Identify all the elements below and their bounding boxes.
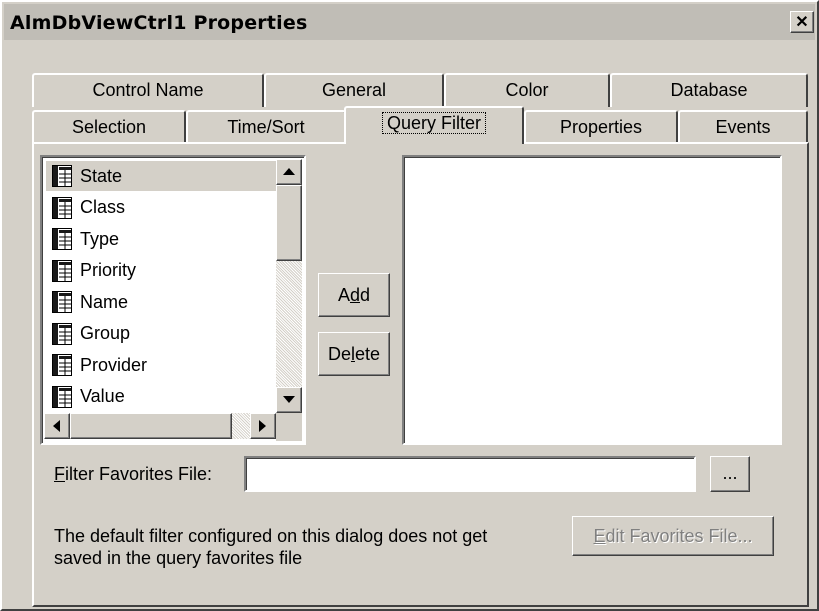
add-label-accel: d: [349, 285, 360, 305]
horizontal-scrollbar[interactable]: [44, 413, 276, 439]
scroll-down-button[interactable]: [276, 387, 302, 413]
field-list-item-label: Provider: [80, 354, 148, 375]
table-column-icon: [52, 322, 72, 345]
field-list-item[interactable]: Name: [52, 287, 128, 317]
filter-favorites-label: Filter Favorites File:: [54, 463, 212, 485]
table-column-icon: [52, 196, 72, 219]
field-list-item[interactable]: Type: [52, 224, 119, 254]
field-list-item-label: Priority: [80, 260, 137, 280]
tab-label: Query Filter: [381, 112, 487, 134]
arrow-left-icon: [53, 420, 60, 432]
field-list-item-label: Class: [80, 197, 126, 217]
browse-button[interactable]: ...: [710, 456, 750, 492]
tab-label: Database: [670, 80, 748, 100]
scroll-thumb-horizontal[interactable]: [70, 413, 232, 439]
close-button[interactable]: ✕: [790, 11, 814, 33]
delete-label-post: ete: [354, 344, 381, 364]
field-list-item-label: Group: [80, 323, 131, 343]
table-column-icon: [52, 228, 72, 250]
field-list-item[interactable]: Priority: [52, 256, 136, 286]
table-column-icon: [52, 291, 72, 313]
tab-query-filter[interactable]: Query Filter: [344, 106, 524, 144]
edit-label-accel: E: [593, 526, 606, 546]
tab-general[interactable]: General: [264, 73, 444, 107]
edit-label-text: dit Favorites File...: [605, 526, 753, 546]
tab-label: Selection: [71, 117, 147, 137]
table-column-icon: [52, 385, 72, 408]
field-list-item[interactable]: Value: [52, 382, 125, 412]
title-bar[interactable]: AlmDbViewCtrl1 Properties ✕: [4, 4, 815, 40]
note-line-2: saved in the query favorites file: [54, 548, 303, 568]
tab-label: Control Name: [92, 80, 204, 100]
edit-favorites-file-button[interactable]: Edit Favorites File...: [572, 516, 774, 556]
add-label-pre: A: [337, 285, 350, 305]
field-list-item[interactable]: Class: [52, 193, 125, 223]
arrow-down-icon: [283, 396, 295, 403]
tab-label: Events: [715, 117, 771, 137]
properties-dialog: AlmDbViewCtrl1 Properties ✕ Control Name…: [0, 0, 819, 611]
tab-properties[interactable]: Properties: [524, 110, 678, 144]
field-list-item-label: Value: [80, 386, 125, 406]
tab-control-name[interactable]: Control Name: [32, 73, 264, 107]
add-label-post: d: [360, 285, 371, 305]
scroll-right-button[interactable]: [250, 413, 276, 439]
default-filter-note: The default filter configured on this di…: [54, 525, 487, 569]
table-column-icon: [52, 165, 72, 187]
scroll-left-button[interactable]: [44, 413, 70, 439]
delete-button[interactable]: Delete: [318, 332, 390, 376]
scroll-up-button[interactable]: [276, 159, 302, 185]
tab-label: General: [321, 80, 387, 100]
table-column-icon: [52, 354, 72, 376]
field-list-item-label: State: [80, 165, 123, 186]
tab-label: Color: [505, 80, 549, 100]
tab-color[interactable]: Color: [444, 73, 610, 107]
tab-events[interactable]: Events: [678, 110, 808, 144]
filter-listbox[interactable]: [402, 155, 782, 445]
tab-selection[interactable]: Selection: [32, 110, 186, 144]
filter-favorites-file-input[interactable]: [244, 456, 696, 492]
arrow-up-icon: [283, 168, 295, 175]
filter-label-accel: F: [54, 464, 65, 484]
tab-label: Time/Sort: [227, 117, 305, 137]
table-column-icon: [52, 259, 72, 282]
field-list-item[interactable]: State: [46, 161, 284, 191]
scrollbar-corner: [276, 413, 302, 441]
add-button[interactable]: Add: [318, 273, 390, 317]
field-list-item[interactable]: Group: [52, 319, 130, 349]
note-line-1: The default filter configured on this di…: [54, 526, 488, 546]
field-list-item-label: Type: [80, 228, 120, 249]
scroll-thumb[interactable]: [276, 185, 302, 261]
vertical-scrollbar[interactable]: [276, 159, 302, 413]
close-icon: ✕: [795, 14, 809, 31]
tab-database[interactable]: Database: [610, 73, 808, 107]
field-list-item-label: Name: [80, 291, 129, 312]
arrow-right-icon: [259, 420, 266, 432]
browse-label: ...: [722, 463, 738, 483]
window-title: AlmDbViewCtrl1 Properties: [10, 12, 308, 34]
field-list-item[interactable]: Provider: [52, 350, 147, 380]
tab-label: Properties: [559, 117, 643, 137]
field-listbox[interactable]: State Class Type Priority Name Group Provider V…: [40, 155, 306, 445]
filter-label-text: ilter Favorites File:: [65, 464, 213, 484]
delete-label-pre: De: [327, 344, 351, 364]
tab-time-sort[interactable]: Time/Sort: [186, 110, 346, 144]
